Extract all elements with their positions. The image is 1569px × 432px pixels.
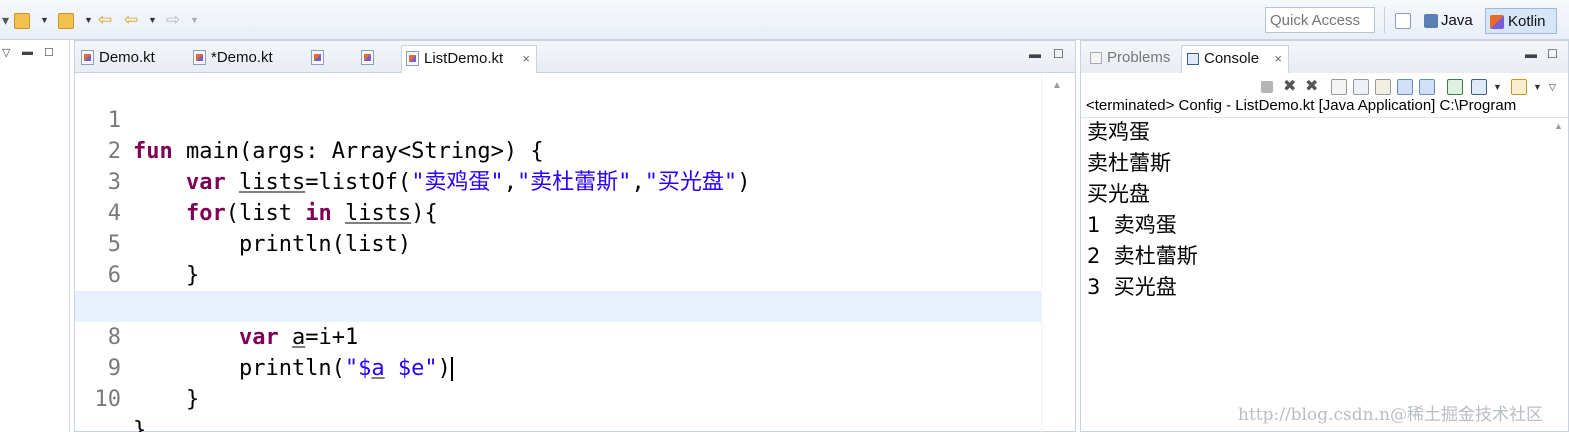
editor-area: Demo.kt *Demo.kt ListDemo.kt × ▬ ☐ 1 fun… (74, 40, 1076, 432)
console-output-line: 3 买光盘 (1087, 275, 1177, 299)
next-annotation-icon[interactable] (14, 9, 30, 31)
word-wrap-icon[interactable] (1375, 79, 1391, 95)
code-line: 4 println(list) (75, 167, 1041, 257)
code-line: 10 } (75, 353, 1041, 432)
tab-label: ListDemo.kt (424, 50, 504, 67)
forward-icon[interactable]: ⇨ (166, 9, 180, 31)
problems-icon (1090, 52, 1102, 64)
tab-console[interactable]: Console × (1181, 45, 1289, 73)
code-line: 2 var lists=listOf("卖鸡蛋","卖杜蕾斯","买光盘") (75, 105, 1041, 195)
kotlin-file-icon (406, 51, 419, 66)
console-process-description: <terminated> Config - ListDemo.kt [Java … (1086, 97, 1517, 114)
code-editor[interactable]: 1 fun main(args: Array<String>) { 2 var … (75, 74, 1041, 432)
perspective-java-label: Java (1441, 12, 1473, 29)
last-edit-location-icon[interactable]: ⇦ (98, 9, 112, 31)
console-icon (1187, 53, 1199, 65)
open-console-icon[interactable] (1511, 79, 1527, 95)
maximize-icon[interactable]: ☐ (1053, 47, 1064, 61)
tab-label: Console (1204, 50, 1260, 67)
open-perspective-icon[interactable] (1395, 9, 1411, 31)
tab-demo-kt[interactable]: Demo.kt (77, 45, 155, 73)
maximize-icon[interactable]: ☐ (1547, 47, 1558, 61)
minimize-icon[interactable]: ▬ (1029, 47, 1041, 61)
console-output-line: 卖鸡蛋 (1087, 120, 1150, 144)
kotlin-file-icon (361, 50, 374, 65)
tab-demo-kt-dirty[interactable]: *Demo.kt (189, 45, 273, 73)
remove-all-terminated-icon[interactable]: ✖ (1305, 79, 1321, 95)
code-line: 7 var a=i+1 (75, 260, 1041, 350)
code-line: 3 for(list in lists){ (75, 136, 1041, 226)
tab-listdemo-kt[interactable]: ListDemo.kt × (401, 45, 537, 73)
tab-label: Problems (1107, 49, 1171, 66)
toolbar-divider (1384, 7, 1385, 33)
forward-dropdown-icon[interactable]: ▼ (190, 9, 199, 31)
tab-label: *Demo.kt (211, 49, 273, 66)
console-output-line: 买光盘 (1087, 182, 1150, 206)
kotlin-file-icon (81, 50, 94, 65)
code-line: 9 } (75, 322, 1041, 412)
terminate-icon[interactable] (1261, 81, 1273, 93)
code-line-current: 8 println("$a $e") (75, 291, 1041, 381)
console-output-line: 2 卖杜蕾斯 (1087, 244, 1198, 268)
view-menu-icon[interactable]: ▽ (1549, 79, 1565, 95)
console-vertical-scrollbar[interactable]: ▲ (1550, 119, 1568, 431)
scroll-up-icon[interactable]: ▲ (1052, 80, 1062, 91)
editor-vertical-scrollbar[interactable]: ▲ (1041, 74, 1075, 432)
remove-launch-icon[interactable]: ✖ (1283, 79, 1299, 95)
view-menu-icon[interactable]: ▽ (2, 46, 10, 59)
scroll-lock-icon[interactable] (1353, 79, 1369, 95)
clear-console-icon[interactable] (1331, 79, 1347, 95)
tab-problems[interactable]: Problems (1085, 45, 1170, 73)
main-toolbar: ▾ ▼ ▼ ⇦ ⇦ ▼ ⇨ ▼ Java Kotlin (0, 0, 1569, 40)
tab-label: Demo.kt (99, 49, 155, 66)
previous-annotation-icon[interactable] (58, 9, 74, 31)
minimize-icon[interactable]: ▬ (22, 46, 33, 58)
next-annotation-dropdown-icon[interactable]: ▼ (40, 9, 49, 31)
previous-annotation-dropdown-icon[interactable]: ▼ (84, 9, 93, 31)
display-console-dropdown-icon[interactable]: ▼ (1493, 79, 1509, 95)
toolbar-edge-icon[interactable]: ▾ (2, 9, 9, 31)
maximize-icon[interactable]: ☐ (44, 46, 54, 59)
scroll-up-icon[interactable]: ▲ (1554, 121, 1563, 131)
tab-unnamed-1[interactable] (307, 45, 329, 73)
editor-tab-bar: Demo.kt *Demo.kt ListDemo.kt × ▬ ☐ (75, 41, 1075, 73)
show-on-stdout-icon[interactable] (1397, 79, 1413, 95)
watermark: http://blog.csdn.n@稀土掘金技术社区 (1238, 405, 1543, 425)
close-tab-icon[interactable]: × (522, 46, 530, 72)
back-dropdown-icon[interactable]: ▼ (148, 9, 157, 31)
code-line: 5 } (75, 198, 1041, 288)
back-icon[interactable]: ⇦ (124, 9, 138, 31)
display-console-icon[interactable] (1471, 79, 1487, 95)
code-line: 1 fun main(args: Array<String>) { (75, 74, 1041, 164)
view-tab-bar: Problems Console × ▬ ☐ (1081, 41, 1568, 73)
console-view: Problems Console × ▬ ☐ ✖ ✖ ▼ ▼ ▽ <termin… (1080, 40, 1569, 432)
open-console-dropdown-icon[interactable]: ▼ (1533, 79, 1549, 95)
kotlin-perspective-icon (1490, 15, 1504, 30)
kotlin-file-icon (193, 50, 206, 65)
left-view-strip: ▽ ▬ ☐ (0, 40, 70, 432)
code-text: } (133, 418, 147, 432)
java-perspective-icon (1424, 14, 1438, 29)
quick-access-input[interactable] (1265, 7, 1375, 33)
line-number: 10 (94, 387, 122, 412)
perspective-kotlin[interactable]: Kotlin (1485, 8, 1557, 34)
close-tab-icon[interactable]: × (1274, 46, 1282, 72)
minimize-icon[interactable]: ▬ (1525, 47, 1537, 61)
console-output-line: 1 卖鸡蛋 (1087, 213, 1177, 237)
console-output-line: 卖杜蕾斯 (1087, 151, 1171, 175)
tab-unnamed-2[interactable] (357, 45, 379, 73)
console-output[interactable]: 卖鸡蛋 卖杜蕾斯 买光盘 1 卖鸡蛋 2 卖杜蕾斯 3 买光盘 (1087, 117, 1527, 303)
kotlin-file-icon (311, 50, 324, 65)
code-line: 6 for((i,e) in lists.withIndex()){//按照下标… (75, 229, 1041, 319)
pin-console-icon[interactable] (1447, 79, 1463, 95)
perspective-kotlin-label: Kotlin (1508, 13, 1546, 30)
show-on-stderr-icon[interactable] (1419, 79, 1435, 95)
perspective-java[interactable]: Java (1424, 8, 1473, 34)
